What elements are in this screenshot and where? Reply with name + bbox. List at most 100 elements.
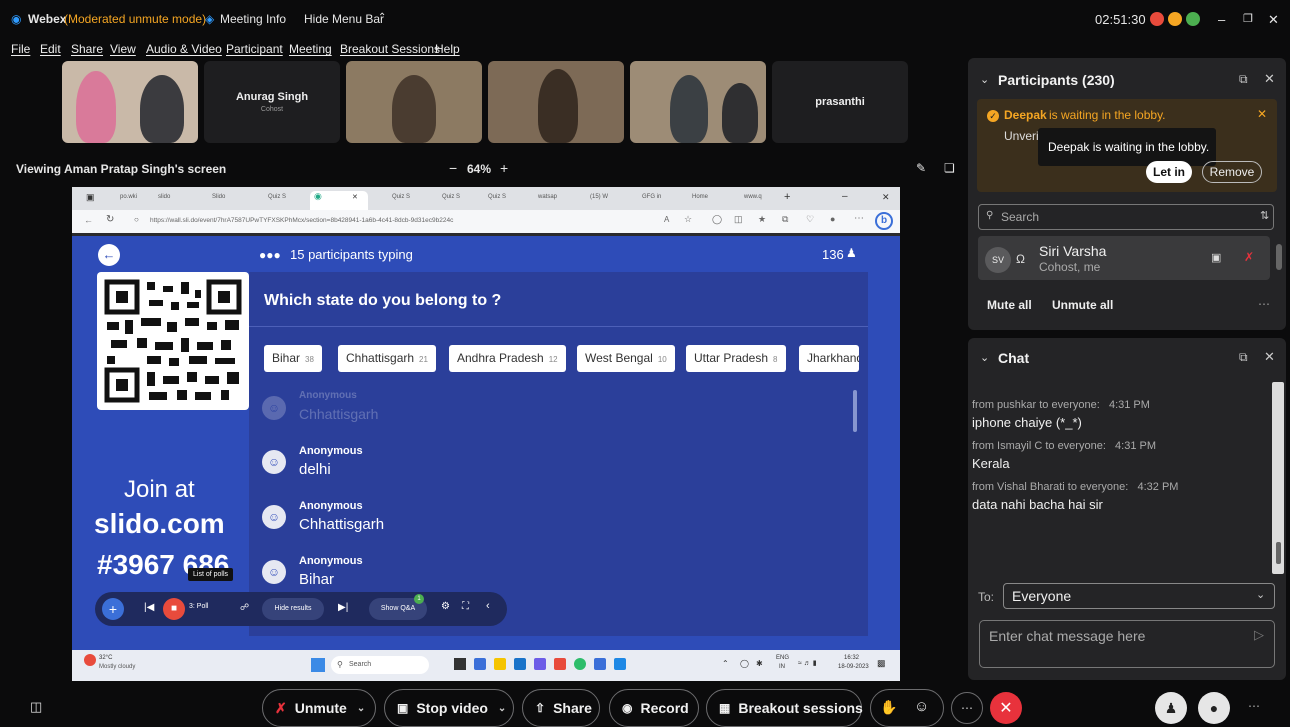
- chat-scrollbar-thumb[interactable]: [1276, 542, 1281, 564]
- browser-tab[interactable]: Home: [692, 194, 708, 200]
- participants-toggle-button[interactable]: ♟: [1155, 692, 1187, 724]
- lock-poll-icon[interactable]: ☍: [240, 602, 249, 613]
- more-icon[interactable]: ⋯: [854, 213, 864, 224]
- more-panels-icon[interactable]: ⋯: [1248, 699, 1260, 713]
- browser-tab[interactable]: Quiz S: [442, 194, 460, 200]
- wifi-volume-battery-icon[interactable]: ≈ ♬ ▮: [798, 659, 817, 667]
- chevron-down-icon[interactable]: ⌄: [498, 703, 506, 714]
- raise-hand-icon[interactable]: ✋: [880, 699, 897, 716]
- chat-toggle-button[interactable]: ●: [1198, 692, 1230, 724]
- browser-url[interactable]: https://wall.sli.do/event/7hrA7587UPwTYF…: [150, 217, 453, 224]
- menu-help[interactable]: Help: [435, 42, 460, 56]
- annotate-icon[interactable]: ✎: [916, 161, 926, 175]
- menu-edit[interactable]: Edit: [40, 42, 61, 56]
- dismiss-lobby-icon[interactable]: ✕: [1257, 107, 1267, 121]
- youtube-icon[interactable]: [554, 658, 566, 670]
- profile-icon[interactable]: ●: [830, 214, 835, 224]
- settings-icon[interactable]: ⚙: [441, 601, 450, 612]
- minimize-icon[interactable]: –: [1218, 12, 1225, 27]
- zoom-in-button[interactable]: +: [500, 160, 508, 176]
- video-camera-icon[interactable]: ▣: [1211, 251, 1221, 264]
- mute-all-button[interactable]: Mute all: [987, 298, 1032, 312]
- scrollbar[interactable]: [1276, 244, 1282, 270]
- browser-tab[interactable]: Quiz S: [392, 194, 410, 200]
- collapse-chevron-icon[interactable]: ⌄: [980, 351, 989, 364]
- previous-icon[interactable]: |◀: [144, 602, 154, 613]
- participants-search[interactable]: ⚲ Search: [978, 204, 1274, 230]
- refresh-icon[interactable]: ↻: [106, 214, 114, 225]
- popout-icon[interactable]: ⧉: [1239, 350, 1248, 365]
- video-tile[interactable]: [346, 61, 482, 143]
- menu-file[interactable]: File: [11, 42, 30, 56]
- browser-tab[interactable]: GFG in: [642, 194, 661, 200]
- fullscreen-icon[interactable]: ⛶: [462, 601, 469, 612]
- browser-essentials-icon[interactable]: ♡: [806, 214, 814, 225]
- browser-tab[interactable]: (15) W: [590, 194, 608, 200]
- new-tab-icon[interactable]: +: [784, 191, 790, 203]
- vscode-icon[interactable]: [594, 658, 606, 670]
- more-options-icon[interactable]: ⋯: [1258, 297, 1270, 311]
- close-tab-icon[interactable]: ✕: [352, 193, 358, 201]
- sort-icon[interactable]: ⇅: [1260, 209, 1269, 222]
- notification-icon[interactable]: ▩: [877, 658, 886, 669]
- back-icon[interactable]: ←: [84, 215, 93, 225]
- scrollbar[interactable]: [853, 390, 857, 432]
- remove-button[interactable]: Remove: [1202, 161, 1262, 183]
- video-tile[interactable]: [488, 61, 624, 143]
- unmute-button[interactable]: ✗ Unmute ⌄: [262, 689, 376, 727]
- extension-icon[interactable]: ◯: [712, 214, 722, 225]
- current-poll-label[interactable]: 3: Poll: [189, 603, 208, 610]
- read-aloud-icon[interactable]: A: [664, 215, 669, 224]
- popout-icon[interactable]: ❏: [944, 161, 955, 175]
- add-poll-icon[interactable]: +: [102, 598, 124, 620]
- unmute-all-button[interactable]: Unmute all: [1052, 298, 1113, 312]
- menu-audio-video[interactable]: Audio & Video: [146, 42, 222, 56]
- close-icon[interactable]: ✕: [1268, 12, 1279, 28]
- send-icon[interactable]: ▷: [1254, 627, 1264, 643]
- split-screen-icon[interactable]: ◫: [734, 214, 743, 225]
- browser-minimize-icon[interactable]: –: [842, 191, 848, 202]
- video-tile[interactable]: [62, 61, 198, 143]
- hide-results-button[interactable]: Hide results: [262, 598, 324, 620]
- browser-close-icon[interactable]: ✕: [882, 192, 890, 203]
- store-icon[interactable]: [514, 658, 526, 670]
- lang-label[interactable]: ENG: [776, 655, 789, 661]
- app-icon[interactable]: [534, 658, 546, 670]
- next-icon[interactable]: ▶|: [338, 602, 348, 613]
- taskbar-search[interactable]: Search: [331, 656, 429, 674]
- collapse-icon[interactable]: ‹: [486, 600, 490, 612]
- close-panel-icon[interactable]: ✕: [1264, 349, 1275, 365]
- collapse-chevron-icon[interactable]: ⌄: [980, 73, 989, 86]
- share-button[interactable]: ⇧ Share: [522, 689, 600, 727]
- leave-meeting-button[interactable]: ✕: [990, 692, 1022, 724]
- zoom-out-button[interactable]: −: [449, 160, 457, 176]
- edge-icon[interactable]: [574, 658, 586, 670]
- menu-share[interactable]: Share: [71, 42, 103, 56]
- browser-tab[interactable]: slido: [158, 194, 170, 200]
- breakout-sessions-button[interactable]: ▦ Breakout sessions: [706, 689, 863, 727]
- favorite-icon[interactable]: ☆: [684, 214, 692, 225]
- tray-icon[interactable]: ◯: [740, 659, 749, 668]
- record-button[interactable]: ◉ Record: [609, 689, 699, 727]
- browser-tab[interactable]: Slido: [212, 194, 225, 200]
- menu-participant[interactable]: Participant: [226, 42, 283, 56]
- chevron-up-icon[interactable]: ⌃: [378, 12, 386, 23]
- restore-icon[interactable]: ❐: [1243, 12, 1253, 25]
- reactions-icon[interactable]: ☺: [914, 698, 929, 715]
- menu-view[interactable]: View: [110, 42, 136, 56]
- recipient-dropdown[interactable]: Everyone ⌄: [1003, 583, 1275, 609]
- video-tile-prasanthi[interactable]: prasanthi: [772, 61, 908, 143]
- browser-tab[interactable]: po.wki: [120, 194, 137, 200]
- let-in-button[interactable]: Let in: [1146, 161, 1192, 183]
- bing-icon[interactable]: b: [875, 212, 893, 230]
- collections-icon[interactable]: ⧉: [782, 214, 788, 225]
- taskview-icon[interactable]: [454, 658, 466, 670]
- muted-mic-icon[interactable]: ✗: [1244, 250, 1254, 264]
- windows-start-icon[interactable]: [311, 658, 325, 672]
- favorites-icon[interactable]: ★: [758, 214, 766, 225]
- menu-meeting[interactable]: Meeting: [289, 42, 332, 56]
- hide-menu-bar-button[interactable]: Hide Menu Bar: [304, 12, 384, 26]
- more-options-button[interactable]: ⋯: [951, 692, 983, 724]
- browser-tab[interactable]: www.q: [744, 194, 762, 200]
- browser-tab[interactable]: Quiz S: [488, 194, 506, 200]
